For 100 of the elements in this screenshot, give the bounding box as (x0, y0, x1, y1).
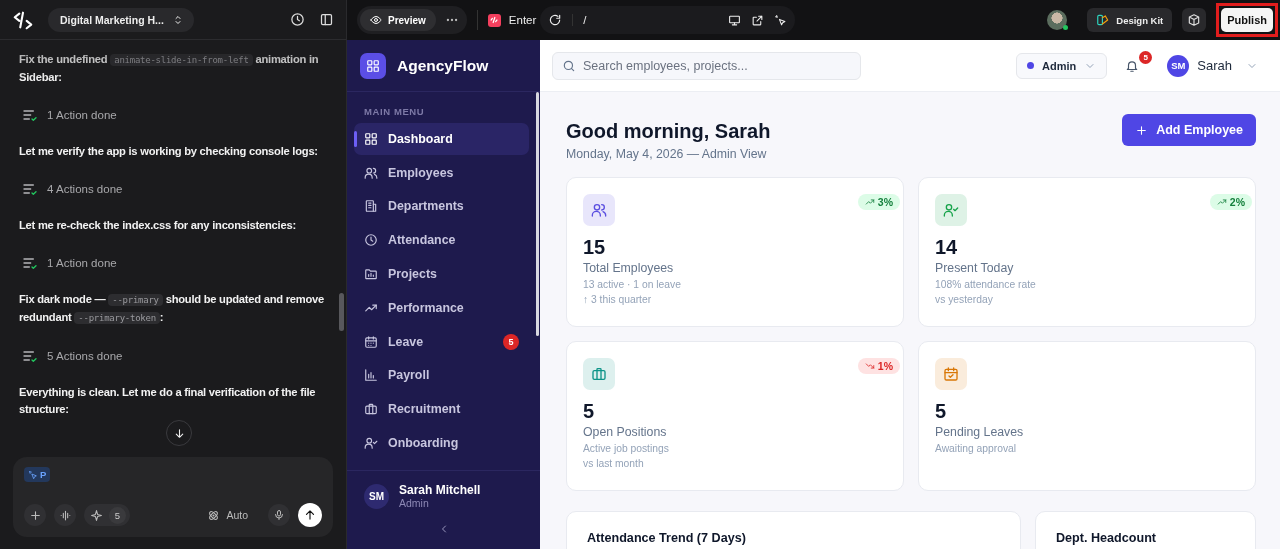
atom-icon (207, 508, 221, 522)
cube-button[interactable] (1182, 8, 1207, 32)
wave-icon (58, 508, 72, 522)
bar-chart-icon (364, 368, 378, 383)
people-icon (364, 165, 378, 180)
external-link-icon (751, 13, 765, 27)
nav-item[interactable]: Payroll (354, 359, 529, 392)
publish-button[interactable]: Publish (1221, 8, 1273, 32)
address-bar[interactable]: / (540, 6, 796, 34)
chat-message: Fix dark mode — --primary should be updated and remove redundant --primary-token : (19, 292, 324, 326)
notification-badge: 5 (1139, 50, 1153, 64)
status-dot (1027, 62, 1035, 69)
add-employee-button[interactable]: Add Employee (1122, 114, 1256, 146)
actions-summary[interactable]: 1 Action done (47, 256, 117, 269)
building-icon (364, 199, 378, 214)
user-avatar[interactable] (1047, 10, 1068, 30)
arrow-up-icon (303, 508, 317, 522)
trend-down-icon (864, 361, 875, 371)
search-field[interactable]: Search employees, projects... (552, 51, 861, 80)
stat-note: vs yesterday (935, 294, 994, 305)
nav-item[interactable]: Departments (354, 190, 529, 223)
stat-note: 108% attendance rate (935, 279, 1037, 290)
nav-item[interactable]: Onboarding (354, 427, 529, 459)
user-initials-avatar: SM (364, 483, 389, 509)
chat-message: Let me verify the app is working by checking console logs: (19, 144, 319, 159)
plus-icon (28, 508, 42, 522)
stat-value: 15 (583, 235, 607, 259)
eye-icon (370, 14, 382, 26)
bell-icon (1125, 58, 1140, 73)
scrollbar-thumb[interactable] (339, 293, 344, 331)
voice-wave-button[interactable] (54, 504, 76, 526)
cube-icon (1187, 13, 1202, 27)
sidebar-toggle-icon (319, 12, 334, 27)
chat-message: Let me re-check the index.css for any inconsistencies: (19, 218, 297, 233)
folder-icon (364, 267, 378, 282)
trend-badge: 1% (857, 358, 900, 374)
card-title: Dept. Headcount (1056, 530, 1158, 546)
preview-tab[interactable]: Preview (360, 9, 436, 31)
credits-button[interactable]: 5 (84, 504, 130, 526)
chat-message: Everything is clean. Let me do a final verification of the file structure: (19, 385, 317, 417)
stat-note: vs last month (583, 458, 645, 469)
palette-icon (1096, 13, 1111, 27)
microphone-button[interactable] (268, 504, 290, 526)
role-selector[interactable]: Admin (1016, 52, 1108, 79)
scrollbar-thumb[interactable] (536, 92, 539, 336)
nav-item[interactable]: Leave 5 (354, 325, 529, 358)
stat-note: Active job postings (583, 443, 670, 454)
trend-up-icon (1216, 197, 1227, 207)
message-composer[interactable]: P 5 Auto (13, 457, 333, 537)
actions-summary[interactable]: 1 Action done (47, 108, 117, 121)
trend-badge: 2% (1209, 194, 1252, 210)
count-badge: 5 (503, 333, 519, 350)
stat-label: Open Positions (583, 425, 668, 439)
history-icon (290, 12, 305, 27)
trend-badge: 3% (857, 194, 900, 210)
stat-note: ↑ 3 this quarter (583, 294, 653, 305)
scroll-down-button[interactable] (166, 420, 192, 446)
stat-label: Total Employees (583, 261, 675, 275)
nav-item[interactable]: Recruitment (354, 393, 529, 426)
context-chip[interactable]: P (24, 467, 51, 482)
date-subtitle: Monday, May 4, 2026 — Admin View (566, 147, 768, 161)
nav-item[interactable]: Projects (354, 258, 529, 290)
pointer-click-icon (774, 13, 788, 27)
user-name: Sarah Mitchell (399, 483, 481, 497)
microphone-icon (273, 509, 285, 521)
grid-icon (364, 131, 378, 146)
notifications-button[interactable] (1125, 58, 1140, 73)
app-name: Enter (508, 14, 537, 26)
search-icon (562, 58, 576, 73)
user-role: Admin (399, 497, 430, 509)
project-selector[interactable]: Digital Marketing H... (48, 7, 194, 32)
stat-note: Awaiting approval (935, 443, 1018, 454)
menu-heading: MAIN MENU (363, 105, 426, 119)
add-button[interactable] (24, 504, 46, 526)
refresh-icon (548, 13, 563, 27)
account-menu[interactable]: SM Sarah (1167, 54, 1258, 77)
monitor-icon (728, 13, 742, 27)
trend-up-icon (864, 197, 875, 207)
nav-item[interactable]: Performance (354, 292, 529, 324)
model-selector[interactable]: Auto (201, 507, 254, 523)
send-button[interactable] (298, 503, 322, 527)
stat-value: 5 (935, 399, 948, 423)
actions-summary[interactable]: 4 Actions done (47, 182, 123, 195)
clock-icon (364, 233, 378, 248)
calendar-icon (364, 334, 378, 349)
sparkle-icon (90, 508, 103, 522)
briefcase-icon (364, 402, 378, 417)
nav-item[interactable]: Dashboard (354, 123, 529, 155)
design-kit-button[interactable]: Design Kit (1087, 8, 1173, 32)
actions-summary[interactable]: 5 Actions done (47, 349, 123, 362)
sparkle-cursor-icon (28, 469, 38, 480)
nav-item[interactable]: Employees (354, 156, 529, 189)
grid-icon (366, 58, 380, 73)
stat-note: 13 active · 1 on leave (583, 279, 682, 290)
plus-icon (1135, 123, 1149, 137)
nav-item[interactable]: Attendance (354, 224, 529, 257)
url-path: / (572, 14, 719, 26)
stat-value: 5 (583, 399, 596, 423)
stat-label: Pending Leaves (935, 425, 1025, 439)
greeting-heading: Good morning, Sarah (566, 119, 771, 144)
